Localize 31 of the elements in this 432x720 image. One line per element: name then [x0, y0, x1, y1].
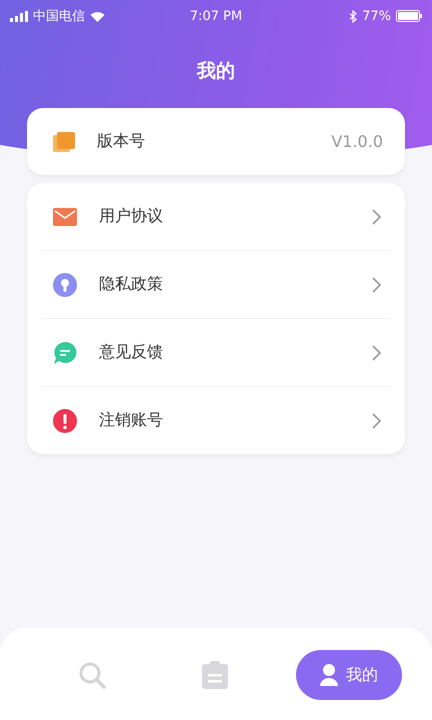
mail-icon: [53, 208, 77, 226]
battery-percent: 77%: [362, 8, 392, 24]
wifi-icon: [90, 10, 105, 22]
keyhole-icon: [53, 272, 77, 296]
menu-label: 用户协议: [99, 206, 164, 227]
clipboard-icon: [202, 661, 228, 689]
menu-label: 注销账号: [99, 410, 164, 431]
menu-item[interactable]: 注销账号: [41, 387, 391, 454]
version-number: V1.0.0: [331, 132, 383, 151]
bluetooth-icon: [349, 10, 358, 22]
chevron-icon: [372, 412, 381, 428]
tab-button[interactable]: 我的: [296, 650, 402, 700]
status-time: 7:07 PM: [190, 8, 242, 24]
chevron-icon: [372, 208, 381, 224]
carrier-name: 中国电信: [33, 8, 85, 25]
menu-item[interactable]: 隐私政策: [41, 251, 391, 319]
chevron-icon: [372, 276, 381, 292]
search-icon: [78, 661, 106, 689]
version-label: 版本号: [97, 131, 146, 152]
person-icon: [320, 664, 338, 686]
chevron-icon: [372, 344, 381, 360]
signal-icon: [10, 10, 28, 22]
book-icon: [53, 132, 75, 152]
battery-icon: [396, 10, 422, 22]
menu-item[interactable]: 意见反馈: [41, 319, 391, 387]
chat-bubble-icon: [53, 340, 77, 364]
alert-icon: [53, 408, 77, 432]
page-title: 我的: [197, 59, 235, 84]
menu-label: 意见反馈: [99, 342, 164, 363]
menu-item[interactable]: 用户协议: [41, 183, 391, 251]
menu-label: 隐私政策: [99, 274, 164, 295]
